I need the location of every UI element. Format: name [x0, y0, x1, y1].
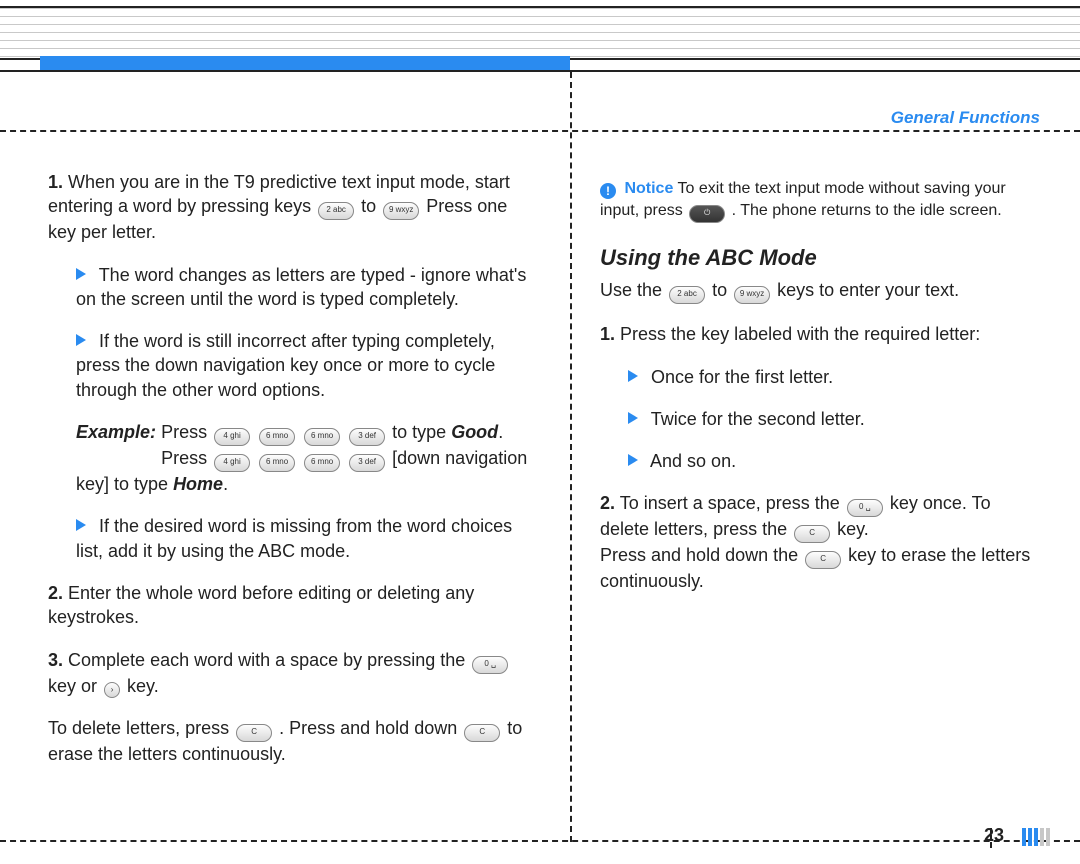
key-6mno-icon: 6 mno [304, 428, 340, 446]
key-9wxyz-icon: 9 wxyz [383, 202, 419, 220]
footer-dash-rule [0, 840, 1080, 842]
top-separator [0, 70, 1080, 72]
key-9wxyz-icon: 9 wxyz [734, 286, 770, 304]
left-column: 1. When you are in the T9 predictive tex… [48, 170, 538, 784]
key-3def-icon: 3 def [349, 428, 385, 446]
top-rule-band [0, 6, 1080, 60]
page-number-bar [1022, 828, 1026, 846]
triangle-bullet-icon [76, 268, 86, 280]
column-divider [570, 72, 572, 842]
key-end-icon: ⏻ [689, 205, 725, 223]
triangle-bullet-icon [628, 412, 638, 424]
key-6mno-icon: 6 mno [259, 454, 295, 472]
triangle-bullet-icon [628, 454, 638, 466]
key-0space-icon: 0 ␣ [847, 499, 883, 517]
step-1: 1. When you are in the T9 predictive tex… [48, 170, 538, 245]
step-3: 3. Complete each word with a space by pr… [48, 648, 538, 698]
triangle-bullet-icon [628, 370, 638, 382]
key-c-icon: C [794, 525, 830, 543]
key-0space-icon: 0 ␣ [472, 656, 508, 674]
triangle-bullet-icon [76, 519, 86, 531]
key-c-icon: C [805, 551, 841, 569]
key-2abc-icon: 2 abc [318, 202, 354, 220]
abc-bullet-twice: Twice for the second letter. [600, 407, 1040, 431]
abc-step-2: 2. To insert a space, press the 0 ␣ key … [600, 491, 1040, 593]
example-good: Example: Press 4 ghi 6 mno 6 mno 3 def t… [48, 420, 538, 496]
abc-intro: Use the 2 abc to 9 wxyz keys to enter yo… [600, 278, 1040, 304]
notice-icon: ! [600, 183, 616, 199]
header-dash-rule [0, 130, 1080, 132]
key-6mno-icon: 6 mno [259, 428, 295, 446]
key-c-icon: C [464, 724, 500, 742]
key-4ghi-icon: 4 ghi [214, 454, 250, 472]
triangle-bullet-icon [76, 334, 86, 346]
right-column: ! Notice To exit the text input mode wit… [600, 178, 1040, 612]
page-number: 23 [984, 825, 1004, 846]
key-2abc-icon: 2 abc [669, 286, 705, 304]
key-c-icon: C [236, 724, 272, 742]
bullet-still-incorrect: If the word is still incorrect after typ… [48, 329, 538, 402]
notice-box: ! Notice To exit the text input mode wit… [600, 178, 1040, 223]
key-right-nav-icon: › [104, 682, 120, 698]
delete-note: To delete letters, press C . Press and h… [48, 716, 538, 766]
section-header: General Functions [891, 108, 1040, 128]
abc-bullet-andsoon: And so on. [600, 449, 1040, 473]
subheading-abc-mode: Using the ABC Mode [600, 243, 1040, 273]
step-2: 2. Enter the whole word before editing o… [48, 581, 538, 630]
footer-colorbars [1028, 828, 1050, 846]
blue-tab-strip [40, 56, 570, 70]
key-4ghi-icon: 4 ghi [214, 428, 250, 446]
key-6mno-icon: 6 mno [304, 454, 340, 472]
manual-page: General Functions 1. When you are in the… [0, 0, 1080, 864]
bullet-missing-word: If the desired word is missing from the … [48, 514, 538, 563]
abc-step-1: 1. Press the key labeled with the requir… [600, 322, 1040, 346]
abc-bullet-once: Once for the first letter. [600, 365, 1040, 389]
bullet-word-changes: The word changes as letters are typed - … [48, 263, 538, 312]
key-3def-icon: 3 def [349, 454, 385, 472]
